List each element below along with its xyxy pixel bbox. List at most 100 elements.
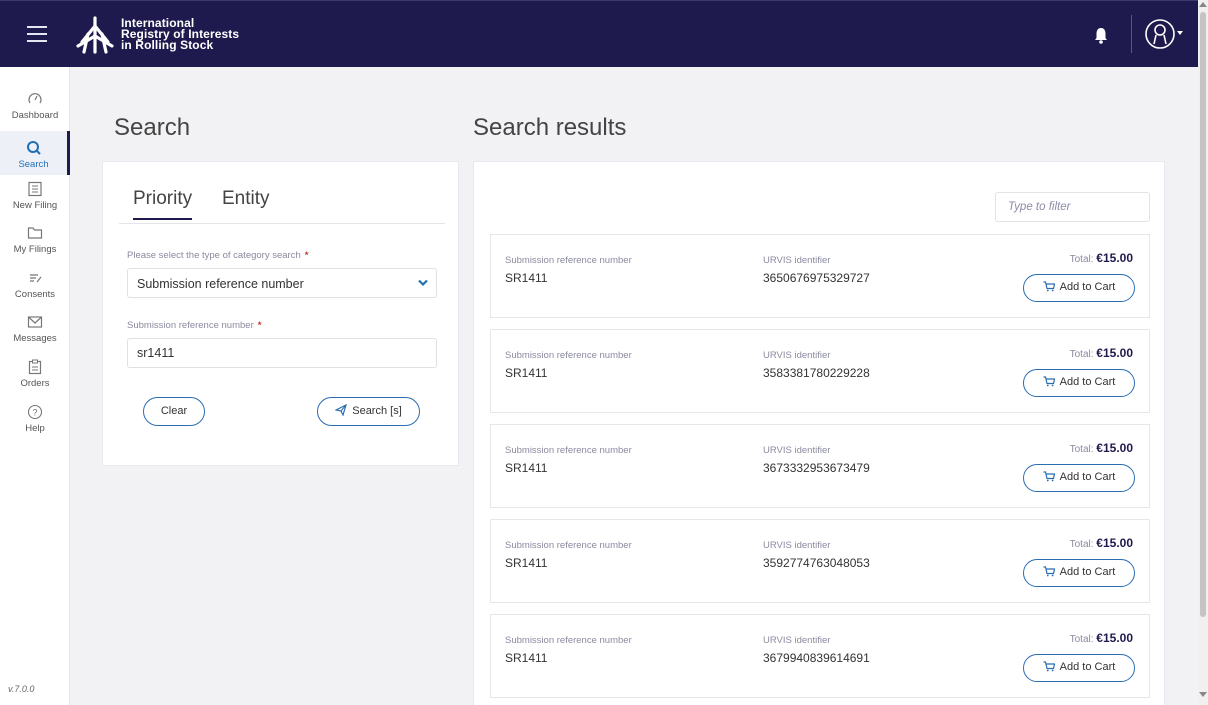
sidebar-item-help[interactable]: ? Help [0,404,70,448]
folder-icon [27,227,43,239]
search-title: Search [114,114,191,141]
svg-text:?: ? [32,408,37,418]
ref-column-label: Submission reference number [505,255,632,266]
reference-input[interactable]: sr1411 [127,338,437,368]
scroll-up-icon[interactable] [1199,2,1207,7]
sidebar-item-label: Consents [14,289,56,300]
scroll-thumb[interactable] [1200,12,1206,617]
total-price: Total: €15.00 [1069,631,1133,645]
add-to-cart-button[interactable]: Add to Cart [1023,274,1135,302]
chevron-down-icon[interactable] [1177,31,1183,35]
search-panel: Priority Entity Please select the type o… [102,161,459,466]
filter-input[interactable]: Type to filter [995,192,1150,222]
add-to-cart-label: Add to Cart [1059,566,1116,578]
cart-icon [1043,281,1055,292]
chevron-down-icon [418,279,428,287]
ref-column-label: Submission reference number [505,540,632,551]
sidebar-item-label: Help [25,423,45,434]
sidebar-item-label: Dashboard [11,110,59,121]
ref-column-label: Submission reference number [505,350,632,361]
user-avatar-icon[interactable] [1144,18,1176,50]
cart-icon [1043,661,1055,672]
search-tabs: Priority Entity [119,186,445,224]
total-price: Total: €15.00 [1069,536,1133,550]
help-icon: ? [27,404,43,420]
category-select[interactable]: Submission reference number [127,268,437,298]
urvis-column-label: URVIS identifier [763,255,831,266]
sidebar-item-search[interactable]: Search [0,131,70,175]
total-price: Total: €15.00 [1069,346,1133,360]
ref-column-label: Submission reference number [505,445,632,456]
total-price: Total: €15.00 [1069,251,1133,265]
cart-icon [1043,471,1055,482]
urvis-value: 3592774763048053 [763,556,870,570]
sidebar-item-label: Orders [20,378,50,389]
add-to-cart-button[interactable]: Add to Cart [1023,369,1135,397]
total-price: Total: €15.00 [1069,441,1133,455]
dashboard-icon [28,93,42,104]
required-mark: * [304,250,309,261]
search-button-label: Search [s] [352,405,402,417]
reference-input-value: sr1411 [137,346,175,360]
result-row: Submission reference number SR1411 URVIS i… [490,614,1150,698]
tab-priority[interactable]: Priority [133,188,193,220]
category-select-value: Submission reference number [137,277,304,291]
ref-value: SR1411 [505,461,548,475]
tab-entity[interactable]: Entity [222,188,270,210]
brand-name: International Registry of Interests in R… [121,16,240,52]
envelope-icon [27,316,43,328]
add-to-cart-button[interactable]: Add to Cart [1023,464,1135,492]
top-bar: International Registry of Interests in R… [0,0,1198,67]
result-row: Submission reference number SR1411 URVIS i… [490,424,1150,508]
category-label: Please select the type of category searc… [127,250,309,261]
add-to-cart-label: Add to Cart [1059,376,1116,388]
page-scrollbar[interactable] [1198,0,1208,705]
add-to-cart-label: Add to Cart [1059,661,1116,673]
sidebar-item-dashboard[interactable]: Dashboard [0,91,70,135]
urvis-column-label: URVIS identifier [763,635,831,646]
clear-button[interactable]: Clear [143,397,205,426]
new-filing-icon [28,181,42,197]
sidebar-item-label: New Filing [12,200,58,211]
add-to-cart-label: Add to Cart [1059,471,1116,483]
urvis-column-label: URVIS identifier [763,540,831,551]
version-label: v.7.0.0 [8,684,35,694]
required-mark: * [257,320,262,331]
sidebar-item-label: My Filings [13,244,57,255]
add-to-cart-label: Add to Cart [1059,281,1116,293]
send-icon [334,403,348,417]
ref-value: SR1411 [505,271,548,285]
urvis-column-label: URVIS identifier [763,350,831,361]
ref-label: Submission reference number * [127,320,262,331]
cart-icon [1043,566,1055,577]
search-icon [26,141,41,155]
sidebar-item-consents[interactable]: Consents [0,270,70,314]
result-row: Submission reference number SR1411 URVIS i… [490,519,1150,603]
add-to-cart-button[interactable]: Add to Cart [1023,559,1135,587]
urvis-value: 3650676975329727 [763,271,870,285]
bell-icon[interactable] [1092,25,1110,45]
clipboard-icon [28,359,42,375]
scroll-down-icon[interactable] [1199,692,1207,697]
sidebar-item-my-filings[interactable]: My Filings [0,225,70,269]
cart-icon [1043,376,1055,387]
filter-placeholder: Type to filter [1008,201,1071,213]
ref-column-label: Submission reference number [505,635,632,646]
sidebar-item-label: Search [18,159,49,170]
consents-icon [30,274,42,283]
urvis-column-label: URVIS identifier [763,445,831,456]
sidebar-item-new-filing[interactable]: New Filing [0,181,70,225]
results-panel: Type to filter Submission reference numb… [473,161,1165,705]
result-row: Submission reference number SR1411 URVIS i… [490,234,1150,318]
sidebar-item-orders[interactable]: Orders [0,359,70,403]
urvis-value: 3583381780229228 [763,366,870,380]
add-to-cart-button[interactable]: Add to Cart [1023,654,1135,682]
ref-value: SR1411 [505,556,548,570]
sidebar-item-label: Messages [13,333,57,344]
menu-icon[interactable] [27,26,47,42]
result-row: Submission reference number SR1411 URVIS i… [490,329,1150,413]
ref-value: SR1411 [505,651,548,665]
sidebar-item-messages[interactable]: Messages [0,314,70,358]
ref-value: SR1411 [505,366,548,380]
search-button[interactable]: Search [s] [317,397,420,426]
